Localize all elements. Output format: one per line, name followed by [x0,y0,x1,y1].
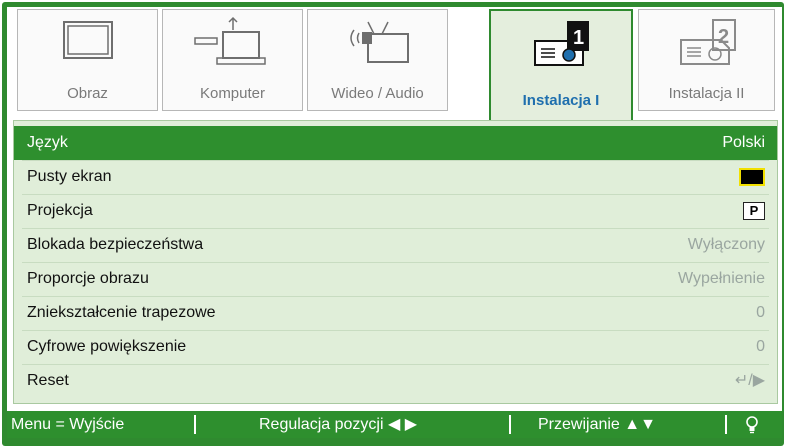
menu-item-value: 0 [756,304,765,321]
lamp-icon [746,416,758,434]
menu-item-jezyk[interactable]: Język Polski [14,126,777,160]
settings-menu: Język Polski Pusty ekran Projekcja P Blo… [13,120,778,404]
tab-wideo-audio[interactable]: Wideo / Audio [307,9,448,111]
projector-2-icon: 2 [639,16,774,74]
position-adjust-hint: Regulacja pozycji ◀ ▶ [259,416,418,433]
menu-item-label: Język [27,134,68,151]
menu-item-projekcja[interactable]: Projekcja P [14,194,777,228]
svg-text:1: 1 [573,27,584,49]
tab-label: Instalacja II [668,85,745,102]
menu-item-blokada[interactable]: Blokada bezpieczeństwa Wyłączony [14,228,777,262]
menu-item-label: Reset [27,372,69,389]
tab-label: Wideo / Audio [331,85,424,102]
projection-mode-icon: P [743,202,765,220]
status-divider [725,415,727,434]
menu-item-label: Cyfrowe powiększenie [27,338,187,355]
menu-item-proporcje[interactable]: Proporcje obrazu Wypełnienie [14,262,777,296]
status-bar: Menu = Wyjście Regulacja pozycji ◀ ▶ Prz… [7,411,782,438]
menu-item-value: Wypełnienie [677,270,765,287]
computer-icon [163,16,302,74]
svg-text:2: 2 [718,26,729,48]
menu-item-label: Pusty ekran [27,168,112,185]
menu-item-powiekszenie[interactable]: Cyfrowe powiększenie 0 [14,330,777,364]
tab-label: Obraz [67,85,108,102]
video-audio-icon [308,16,447,74]
projector-1-icon: 1 [491,17,631,75]
menu-item-label: Projekcja [27,202,93,219]
enter-arrow-icon: ↵/▶ [734,372,765,389]
menu-item-label: Proporcje obrazu [27,270,149,287]
blank-screen-color-swatch [739,168,765,186]
menu-item-label: Zniekształcenie trapezowe [27,304,216,321]
monitor-icon [18,16,157,74]
tab-instalacja-2[interactable]: 2 Instalacja II [638,9,775,111]
scroll-hint: Przewijanie ▲▼ [538,416,656,433]
menu-item-reset[interactable]: Reset ↵/▶ [14,364,777,398]
menu-item-value: 0 [756,338,765,355]
menu-item-trapezowe[interactable]: Zniekształcenie trapezowe 0 [14,296,777,330]
menu-item-label: Blokada bezpieczeństwa [27,236,204,253]
tab-label: Instalacja I [522,92,600,109]
menu-exit-hint: Menu = Wyjście [11,416,125,433]
status-divider [194,415,196,434]
tab-komputer[interactable]: Komputer [162,9,303,111]
menu-item-value: Polski [722,134,765,151]
tab-obraz[interactable]: Obraz [17,9,158,111]
tab-label: Komputer [199,85,266,102]
tab-instalacja-1[interactable]: 1 Instalacja I [489,9,633,121]
menu-item-value: Wyłączony [687,236,765,253]
menu-item-pusty-ekran[interactable]: Pusty ekran [14,160,777,194]
status-divider [509,415,511,434]
